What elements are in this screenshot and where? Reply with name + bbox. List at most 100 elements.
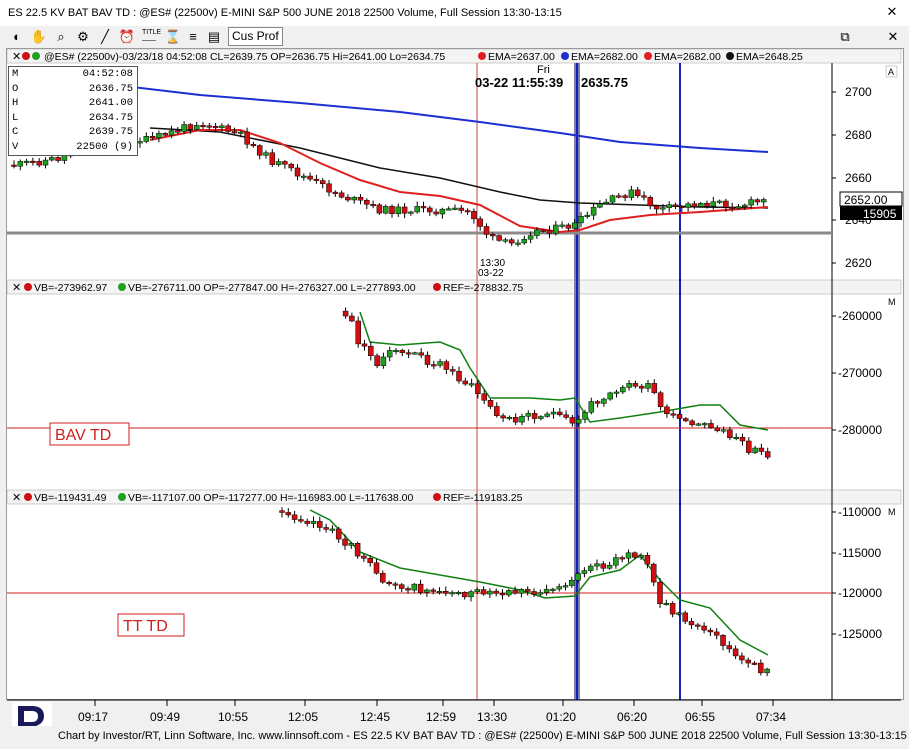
price-candle <box>389 206 395 215</box>
tt-candle <box>531 591 537 595</box>
ema-blue-line <box>89 81 769 153</box>
price-candle <box>679 205 685 208</box>
price-candle <box>395 206 402 215</box>
bav-candle <box>607 392 613 400</box>
price-candle <box>704 203 710 207</box>
ema2-dot <box>561 52 569 60</box>
tt-candle <box>348 543 355 546</box>
bav-candle <box>670 413 676 416</box>
bav-vb1-dot <box>24 283 32 291</box>
tt-candle <box>380 572 386 583</box>
ohlc-row: V 22500 (9) <box>12 140 133 153</box>
tt-candle <box>310 521 317 524</box>
tt-candle <box>644 555 651 565</box>
ema2-value: EMA=2682.00 <box>571 51 638 63</box>
price-candle <box>477 218 483 227</box>
bav-axis-label: -260000 <box>838 309 882 323</box>
tt-candle <box>430 589 436 592</box>
tt-candle <box>443 590 449 594</box>
price-candle <box>319 180 326 185</box>
price-candle <box>464 210 471 213</box>
tt-label: TT TD <box>123 618 168 635</box>
price-candle <box>710 201 717 207</box>
tt-candle <box>373 562 380 574</box>
bav-candle <box>764 451 771 458</box>
price-candle <box>200 125 206 128</box>
price-candle <box>697 203 704 207</box>
bav-candle <box>449 369 456 372</box>
tt-candle <box>323 527 329 530</box>
bav-candle <box>368 345 374 356</box>
bav-candle <box>733 436 739 439</box>
time-axis-label: 13:30 <box>477 710 507 724</box>
tt-candle <box>751 662 758 665</box>
price-axis-label: 2660 <box>845 171 872 185</box>
time-axis: 09:17 09:49 10:55 12:05 12:45 12:59 13:30 01:20… <box>78 700 786 724</box>
price-candle <box>137 141 143 144</box>
tt-candle <box>543 589 550 593</box>
bav-candle <box>601 398 607 404</box>
price-candle <box>653 205 660 210</box>
price-candle <box>263 152 269 156</box>
price-candle <box>244 131 250 145</box>
tt-candle <box>518 589 525 594</box>
bav-axis: -260000 -270000 -280000 <box>832 309 882 437</box>
price-candle <box>307 175 313 180</box>
price-candle <box>408 211 414 214</box>
tt-vb2: VB=-117107.00 OP=-117277.00 H=-116983.00… <box>128 492 413 504</box>
tt-axis-label: -120000 <box>838 586 882 600</box>
bav-candle <box>727 429 733 439</box>
tt-candle <box>455 592 462 595</box>
bav-candle <box>638 385 645 389</box>
price-pane-close-icon[interactable]: ✕ <box>12 51 21 63</box>
tt-vb2-dot <box>118 493 126 501</box>
price-candle <box>301 175 307 178</box>
ema1-value: EMA=2637.00 <box>488 51 555 63</box>
bav-candle <box>575 419 582 424</box>
bav-candle <box>342 310 349 317</box>
price-candle <box>521 238 528 244</box>
price-candle <box>634 189 641 196</box>
tt-candle <box>707 629 714 633</box>
bav-candle <box>689 420 695 426</box>
price-candle <box>716 200 723 203</box>
tt-scale-letter[interactable]: M <box>888 507 896 517</box>
price-axis-label: 2620 <box>845 256 872 270</box>
price-series-dot-up <box>32 52 40 60</box>
tt-candle <box>676 612 682 615</box>
price-candle <box>17 161 24 167</box>
time-axis-label: 09:49 <box>150 710 180 724</box>
price-candle <box>483 226 490 235</box>
time-axis-label: 12:05 <box>288 710 318 724</box>
tt-candle <box>594 563 600 567</box>
bav-pane-close-icon[interactable]: ✕ <box>12 282 21 294</box>
price-candle <box>11 164 17 167</box>
price-candle <box>212 125 219 129</box>
tt-pane-close-icon[interactable]: ✕ <box>12 492 21 504</box>
price-candle <box>175 130 181 133</box>
bav-candle <box>550 411 557 415</box>
bav-scale-letter[interactable]: M <box>888 297 896 307</box>
bav-candle <box>487 400 494 407</box>
tt-ref: REF=-119183.25 <box>443 492 523 504</box>
bav-candle <box>512 417 519 423</box>
price-candle <box>571 222 578 229</box>
price-candle <box>748 199 754 206</box>
time-axis-label: 07:34 <box>756 710 786 724</box>
price-candle <box>364 199 370 205</box>
tt-candle <box>461 592 468 598</box>
price-candle <box>471 211 477 220</box>
price-candle <box>559 224 565 227</box>
bav-candle <box>538 416 544 419</box>
tt-candle <box>449 592 455 595</box>
tt-candle <box>682 612 688 622</box>
price-candle <box>313 178 320 181</box>
bav-candle <box>431 364 437 367</box>
bav-candle <box>758 447 765 452</box>
price-candle <box>553 224 559 234</box>
time-axis-label: 06:55 <box>685 710 715 724</box>
ohlc-row: C 2639.75 <box>12 126 133 139</box>
bav-candle <box>739 436 746 442</box>
bav-candle <box>424 354 431 365</box>
tt-candle <box>285 512 292 516</box>
